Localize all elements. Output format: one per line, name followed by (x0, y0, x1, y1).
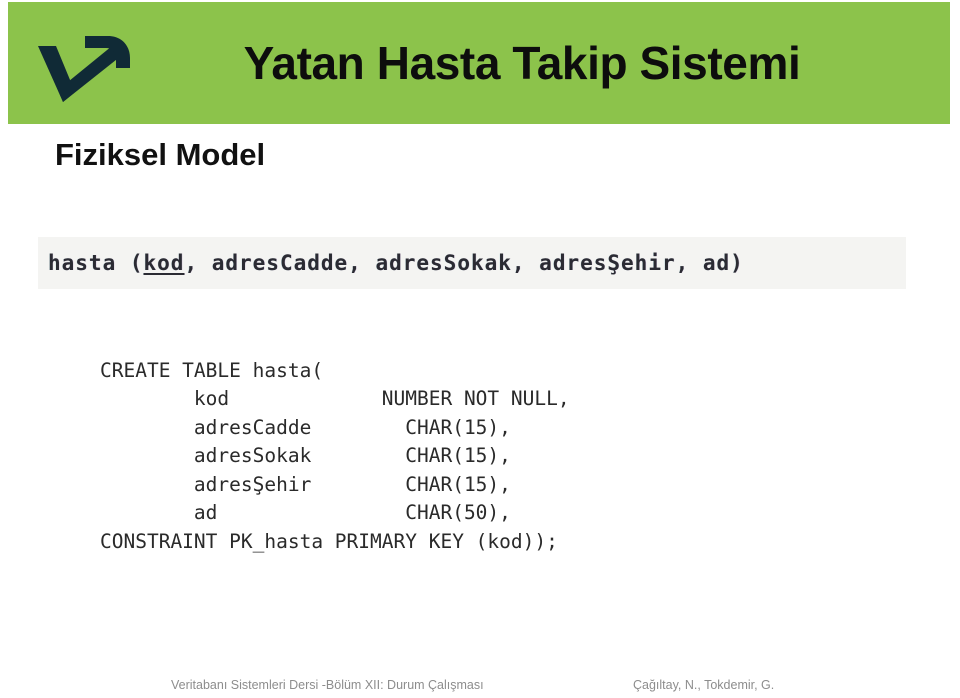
relation-primary-key: kod (143, 250, 185, 275)
relation-schema-suffix: , adresCadde, adresSokak, adresŞehir, ad… (184, 250, 744, 275)
relation-schema-prefix: hasta ( (48, 250, 144, 275)
page-title: Yatan Hasta Takip Sistemi (243, 37, 801, 89)
relation-schema-text: hasta (kod, adresCadde, adresSokak, adre… (38, 250, 744, 275)
footer-authors-label: Çağıltay, N., Tokdemir, G. (633, 678, 775, 692)
sql-create-table-code: CREATE TABLE hasta( kod NUMBER NOT NULL,… (100, 358, 570, 553)
header-banner: Yatan Hasta Takip Sistemi (8, 2, 950, 124)
relation-schema-band: hasta (kod, adresCadde, adresSokak, adre… (38, 237, 906, 289)
footer-course-label: Veritabanı Sistemleri Dersi -Bölüm XII: … (171, 678, 484, 692)
section-heading: Fiziksel Model (55, 137, 266, 172)
